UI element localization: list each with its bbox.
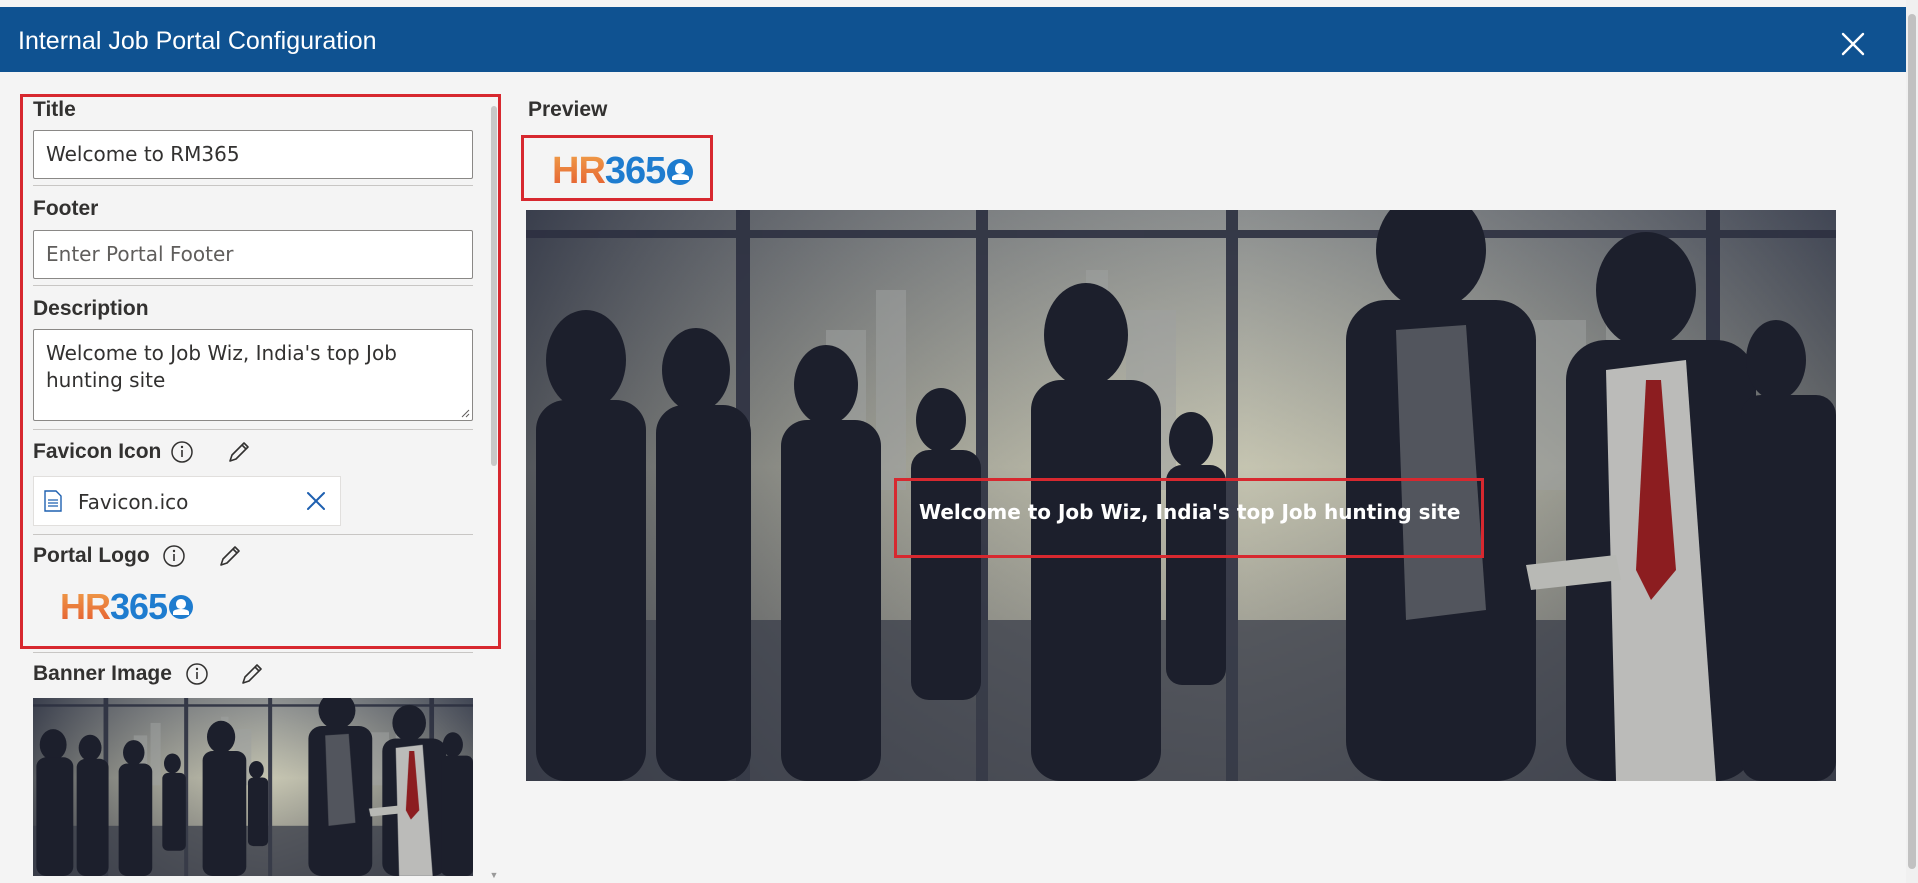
highlight-form-box (20, 94, 501, 649)
settings-scrollbar[interactable]: ▼ (489, 100, 499, 880)
highlight-logo-box (521, 135, 713, 201)
divider (33, 652, 473, 653)
info-icon[interactable] (183, 660, 211, 688)
banner-image-thumbnail (33, 698, 473, 876)
dialog-header: Internal Job Portal Configuration (0, 7, 1906, 72)
scrollbar-thumb[interactable] (1908, 14, 1916, 869)
dialog-title: Internal Job Portal Configuration (18, 27, 377, 55)
scroll-down-icon[interactable]: ▼ (489, 870, 499, 880)
highlight-banner-text-box (894, 478, 1484, 558)
close-icon[interactable] (1840, 31, 1866, 57)
banner-image-label: Banner Image (33, 662, 172, 685)
scrollbar-thumb[interactable] (491, 106, 497, 466)
config-dialog: Internal Job Portal Configuration Title … (0, 0, 1906, 883)
page-scrollbar[interactable] (1906, 0, 1918, 883)
preview-label: Preview (528, 98, 608, 121)
pencil-icon[interactable] (238, 660, 266, 688)
